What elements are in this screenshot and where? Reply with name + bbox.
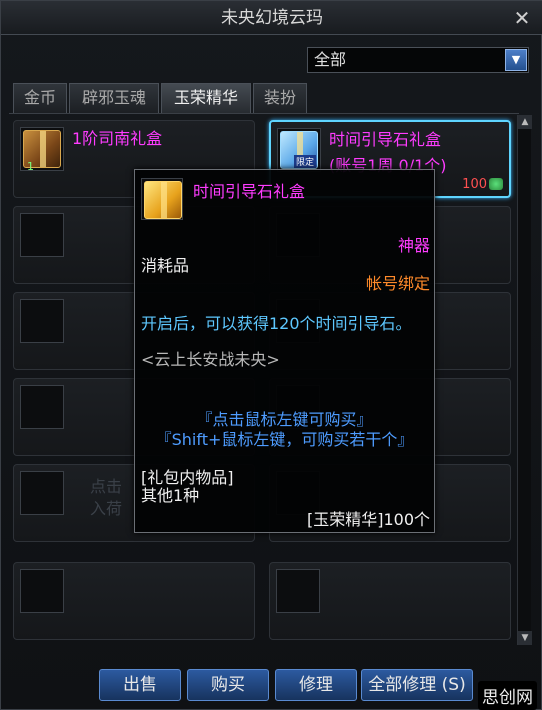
item-icon-frame [20, 569, 64, 613]
close-icon[interactable]: ✕ [511, 7, 533, 29]
sell-button[interactable]: 出售 [99, 669, 181, 701]
item-icon-frame: 限定 [277, 128, 321, 172]
tooltip-cost: [玉荣精华]100个 [306, 510, 430, 529]
category-filter-dropdown[interactable]: 全部 ▼ [307, 47, 529, 73]
tooltip-bind-status: 帐号绑定 [365, 274, 430, 293]
tooltip-item-type: 消耗品 [141, 256, 190, 275]
repair-button[interactable]: 修理 [275, 669, 357, 701]
item-icon-frame [20, 299, 64, 343]
tab-bixie-yuhun[interactable]: 辟邪玉魂 [69, 83, 159, 113]
empty-item-slot[interactable] [13, 562, 255, 640]
background-text-fragment: 点击 [90, 477, 123, 496]
item-name: 1阶司南礼盒 [72, 129, 163, 148]
tab-yurong-jinghua[interactable]: 玉荣精华 [161, 83, 251, 113]
item-icon-frame: 1 [20, 127, 64, 173]
currency-icon [489, 178, 503, 190]
tooltip-hint-click: 『点击鼠标左键可购买』 [196, 410, 373, 429]
site-watermark: 思创网 [478, 681, 537, 710]
item-name: 时间引导石礼盒 [329, 130, 442, 149]
chevron-down-icon[interactable]: ▼ [505, 49, 527, 71]
tooltip-source: <云上长安战未央> [141, 350, 280, 369]
limited-badge: 限定 [294, 155, 317, 168]
tooltip-contents-label: [礼包内物品] [141, 468, 234, 487]
item-icon-frame [20, 471, 64, 515]
item-price: 100 [462, 177, 487, 192]
window-title: 未央幻境云玛 [221, 8, 323, 28]
item-icon-frame [20, 213, 64, 257]
scroll-up-icon[interactable]: ▲ [518, 115, 532, 129]
tooltip-grade: 神器 [397, 236, 430, 255]
buy-button[interactable]: 购买 [187, 669, 269, 701]
background-text-fragment: 入荷 [90, 499, 123, 518]
tooltip-contents-value: 其他1种 [141, 486, 200, 505]
item-icon-frame [20, 385, 64, 429]
scroll-down-icon[interactable]: ▼ [518, 631, 532, 645]
tab-costume[interactable]: 装扮 [253, 83, 307, 113]
tooltip-hint-shift: 『Shift+鼠标左键，可购买若干个』 [155, 430, 414, 449]
window-titlebar: 未央幻境云玛 ✕ [1, 1, 542, 35]
gift-box-gold-icon [144, 181, 182, 219]
tab-gold[interactable]: 金币 [13, 83, 67, 113]
item-tooltip: 时间引导石礼盒 神器 消耗品 帐号绑定 开启后，可以获得120个时间引导石。 <… [134, 169, 435, 533]
tooltip-item-icon-frame [141, 178, 183, 220]
filter-selected-value: 全部 [314, 50, 347, 69]
item-list-scrollbar[interactable]: ▲ ▼ [517, 115, 532, 645]
item-icon-frame [276, 569, 320, 613]
tooltip-title: 时间引导石礼盒 [193, 182, 306, 201]
item-count: 1 [27, 160, 34, 173]
tooltip-description: 开启后，可以获得120个时间引导石。 [141, 314, 412, 333]
shop-window: 未央幻境云玛 ✕ 全部 ▼ 金币 辟邪玉魂 玉荣精华 装扮 1 1阶司南礼盒 限… [0, 0, 542, 710]
repair-all-button[interactable]: 全部修理 (S) [361, 669, 473, 701]
empty-item-slot[interactable] [269, 562, 511, 640]
